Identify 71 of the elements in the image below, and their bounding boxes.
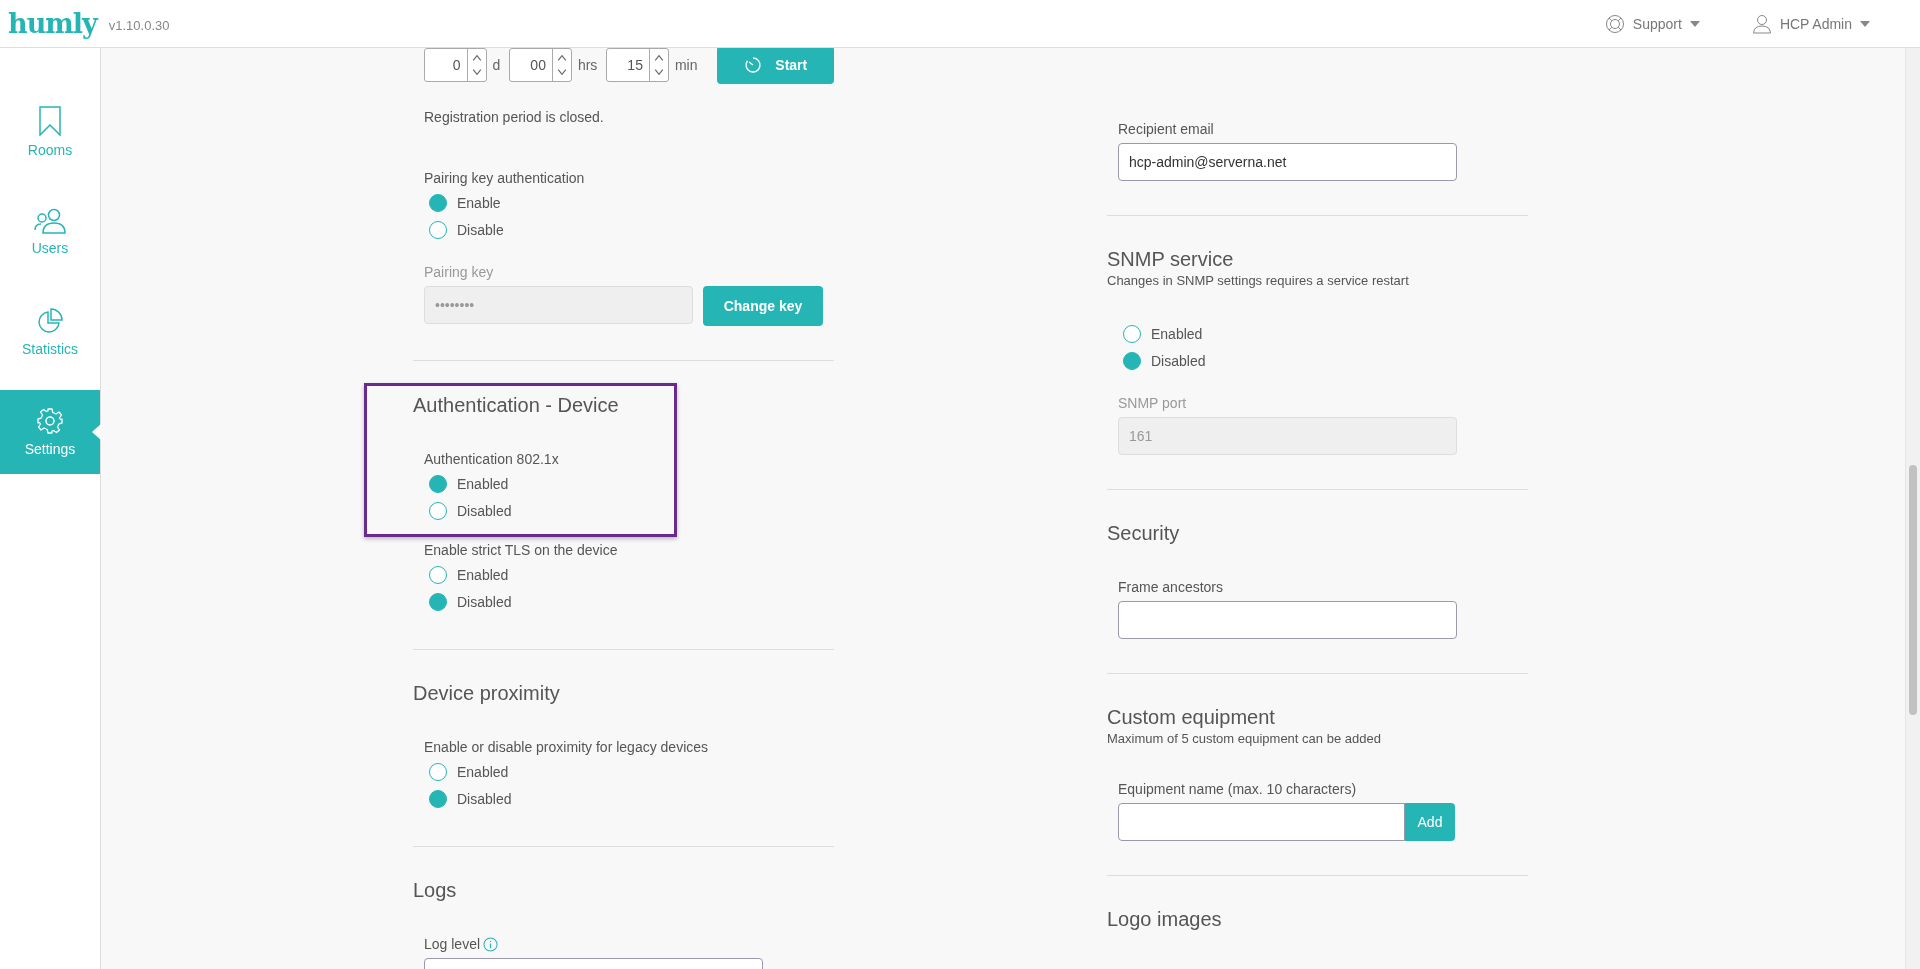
sidebar-item[interactable]: Rooms bbox=[0, 90, 100, 174]
field-label: SNMP port bbox=[1118, 394, 1188, 413]
start-button[interactable]: Start bbox=[716, 48, 834, 84]
field-label: Recipient email bbox=[1118, 120, 1215, 139]
sidebar-item[interactable]: Users bbox=[0, 190, 100, 274]
section-title: Logo images bbox=[1107, 907, 1223, 932]
unit-label: d bbox=[492, 57, 501, 73]
info-icon[interactable] bbox=[483, 936, 499, 952]
section-subtitle: Maximum of 5 custom equipment can be added bbox=[1107, 730, 1382, 748]
scrollbar[interactable] bbox=[1905, 48, 1920, 969]
field-label: Equipment name (max. 10 characters) bbox=[1118, 780, 1358, 799]
section-title: SNMP service bbox=[1107, 247, 1235, 272]
radio-label: Enabled bbox=[1151, 325, 1203, 342]
radio-group-label: Authentication 802.1x bbox=[424, 450, 560, 469]
radio-button[interactable] bbox=[429, 762, 447, 781]
header-menu[interactable]: HCP Admin bbox=[1751, 13, 1870, 34]
input-field[interactable]: hcp-admin@serverna.net bbox=[1118, 143, 1457, 181]
radio-button[interactable] bbox=[1123, 351, 1141, 370]
radio-label: Enable bbox=[457, 194, 501, 211]
field-label: Pairing key bbox=[424, 263, 495, 282]
radio-label: Enabled bbox=[457, 763, 509, 780]
radio-group-label: Pairing key authentication bbox=[424, 169, 586, 188]
radio-label: Disabled bbox=[457, 593, 512, 610]
field-label: Frame ancestors bbox=[1118, 578, 1225, 597]
version-label: v1.10.0.30 bbox=[108, 18, 170, 33]
pie-chart-icon bbox=[36, 307, 64, 335]
radio-button[interactable] bbox=[429, 474, 447, 493]
user-icon bbox=[1751, 13, 1772, 34]
sidebar-item[interactable]: Settings bbox=[0, 390, 100, 474]
sidebar-item[interactable]: Statistics bbox=[0, 290, 100, 374]
status-text: Registration period is closed. bbox=[423, 108, 605, 127]
users-icon bbox=[34, 208, 66, 234]
number-spinner[interactable]: 0 bbox=[424, 48, 487, 82]
section-title: Custom equipment bbox=[1107, 705, 1276, 730]
radio-group-label: Enable strict TLS on the device bbox=[424, 541, 619, 560]
section-title: Security bbox=[1107, 521, 1181, 546]
unit-label: min bbox=[674, 57, 698, 73]
bookmark-icon bbox=[38, 106, 62, 136]
radio-button[interactable] bbox=[429, 193, 447, 212]
radio-label: Enabled bbox=[457, 475, 509, 492]
radio-label: Disable bbox=[457, 221, 504, 238]
section-title: Device proximity bbox=[413, 681, 561, 706]
number-spinner[interactable]: 15 bbox=[606, 48, 669, 82]
header-menu[interactable]: Support bbox=[1604, 13, 1700, 34]
radio-label: Disabled bbox=[457, 502, 512, 519]
radio-group-label: Enable or disable proximity for legacy devices bbox=[424, 738, 710, 757]
input-field[interactable] bbox=[1118, 601, 1457, 639]
timer-icon bbox=[743, 55, 764, 75]
caret-icon bbox=[1860, 20, 1870, 27]
radio-button[interactable] bbox=[429, 789, 447, 808]
lifebuoy-icon bbox=[1604, 13, 1625, 34]
radio-button[interactable] bbox=[429, 592, 447, 611]
section-title: Logs bbox=[413, 878, 458, 903]
settings-icon bbox=[36, 407, 64, 435]
radio-label: Enabled bbox=[457, 566, 509, 583]
radio-button[interactable] bbox=[1123, 324, 1141, 343]
caret-icon bbox=[1689, 20, 1700, 27]
logo[interactable]: humly bbox=[8, 8, 97, 39]
section-subtitle: Changes in SNMP settings requires a service restart bbox=[1107, 272, 1410, 290]
radio-button[interactable] bbox=[429, 501, 447, 520]
unit-label: hrs bbox=[577, 57, 598, 73]
field-label: Log level bbox=[424, 935, 481, 954]
section-title: Authentication - Device bbox=[413, 393, 620, 418]
radio-button[interactable] bbox=[429, 565, 447, 584]
number-spinner[interactable]: 00 bbox=[509, 48, 572, 82]
add-button[interactable]: Add bbox=[1405, 803, 1455, 841]
input-field[interactable] bbox=[1118, 803, 1405, 841]
radio-button[interactable] bbox=[429, 220, 447, 239]
radio-label: Disabled bbox=[457, 790, 512, 807]
radio-label: Disabled bbox=[1151, 352, 1206, 369]
scrollbar-thumb[interactable] bbox=[1909, 465, 1917, 715]
